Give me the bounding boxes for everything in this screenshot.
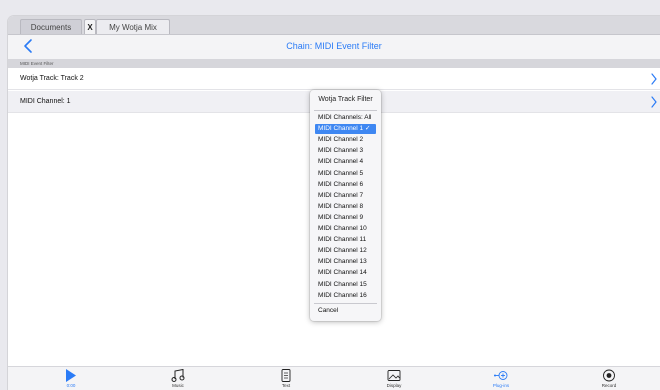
popup-cancel-button[interactable]: Cancel: [315, 306, 376, 316]
toolbar-record-button[interactable]: Record: [579, 369, 639, 388]
navigation-bar: Chain: MIDI Event Filter: [8, 35, 660, 60]
track-row[interactable]: Wotja Track: Track 2: [8, 68, 660, 90]
document-icon: [281, 369, 291, 382]
popup-item-midi-channel[interactable]: MIDI Channel 12: [315, 246, 376, 256]
plugin-icon: [494, 371, 508, 380]
image-icon: [387, 370, 401, 381]
tab-my-wotja-mix[interactable]: My Wotja Mix: [96, 19, 170, 34]
popup-item-midi-channel[interactable]: MIDI Channel 10: [315, 224, 376, 234]
tab-bar: Documents X My Wotja Mix: [8, 16, 660, 35]
toolbar-label: Display: [386, 383, 402, 388]
popup-divider: [314, 110, 377, 111]
toolbar-play-button[interactable]: 0:00: [41, 369, 101, 388]
chevron-right-icon: [651, 73, 657, 85]
popup-item-midi-channel[interactable]: MIDI Channel 13: [315, 257, 376, 267]
page-title: Chain: MIDI Event Filter: [286, 41, 382, 51]
track-row-label: Wotja Track: Track 2: [20, 75, 84, 82]
popup-item-midi-channel[interactable]: MIDI Channel 6: [315, 180, 376, 190]
record-icon: [603, 369, 615, 382]
toolbar-label: Music: [172, 383, 184, 388]
chevron-right-icon: [651, 96, 657, 108]
app-window: Documents X My Wotja Mix Chain: MIDI Eve…: [8, 16, 660, 390]
popup-item-midi-channel[interactable]: MIDI Channel 4: [315, 157, 376, 167]
toolbar-music-button[interactable]: Music: [148, 369, 208, 388]
tab-close-button[interactable]: X: [84, 19, 96, 34]
toolbar-label: Plug-ins: [492, 383, 510, 388]
music-note-icon: [171, 369, 185, 382]
popup-item-midi-channel[interactable]: MIDI Channel 16: [315, 291, 376, 301]
popup-item-midi-channel[interactable]: MIDI Channel 2: [315, 135, 376, 145]
play-icon: [66, 369, 76, 382]
toolbar-label: 0:00: [66, 383, 76, 388]
popup-item-all-channels[interactable]: MIDI Channels: All: [315, 113, 376, 123]
popup-title: Wotja Track Filter: [318, 96, 373, 103]
toolbar-label: Record: [601, 383, 617, 388]
popup-item-midi-channel[interactable]: MIDI Channel 3: [315, 146, 376, 156]
toolbar-label: Text: [281, 383, 291, 388]
channel-row-label: MIDI Channel: 1: [20, 98, 71, 105]
bottom-toolbar: 0:00 Music Text Display Plug-ins Record: [8, 366, 660, 390]
popup-item-midi-channel[interactable]: MIDI Channel 14: [315, 268, 376, 278]
track-filter-popup: Wotja Track Filter MIDI Channels: All MID…: [310, 90, 381, 321]
popup-item-midi-channel[interactable]: MIDI Channel 15: [315, 280, 376, 290]
popup-item-midi-channel[interactable]: MIDI Channel 7: [315, 191, 376, 201]
popup-item-midi-channel[interactable]: MIDI Channel 1 ✓: [315, 124, 376, 135]
tab-documents[interactable]: Documents: [20, 19, 82, 34]
popup-divider: [314, 303, 377, 304]
section-header: MIDI Event Filter: [8, 59, 660, 68]
popup-item-midi-channel[interactable]: MIDI Channel 9: [315, 213, 376, 223]
toolbar-display-button[interactable]: Display: [364, 369, 424, 388]
popup-item-midi-channel[interactable]: MIDI Channel 5: [315, 169, 376, 179]
popup-item-midi-channel[interactable]: MIDI Channel 8: [315, 202, 376, 212]
toolbar-plugins-button[interactable]: Plug-ins: [471, 369, 531, 388]
toolbar-text-button[interactable]: Text: [256, 369, 316, 388]
popup-item-midi-channel[interactable]: MIDI Channel 11: [315, 235, 376, 245]
